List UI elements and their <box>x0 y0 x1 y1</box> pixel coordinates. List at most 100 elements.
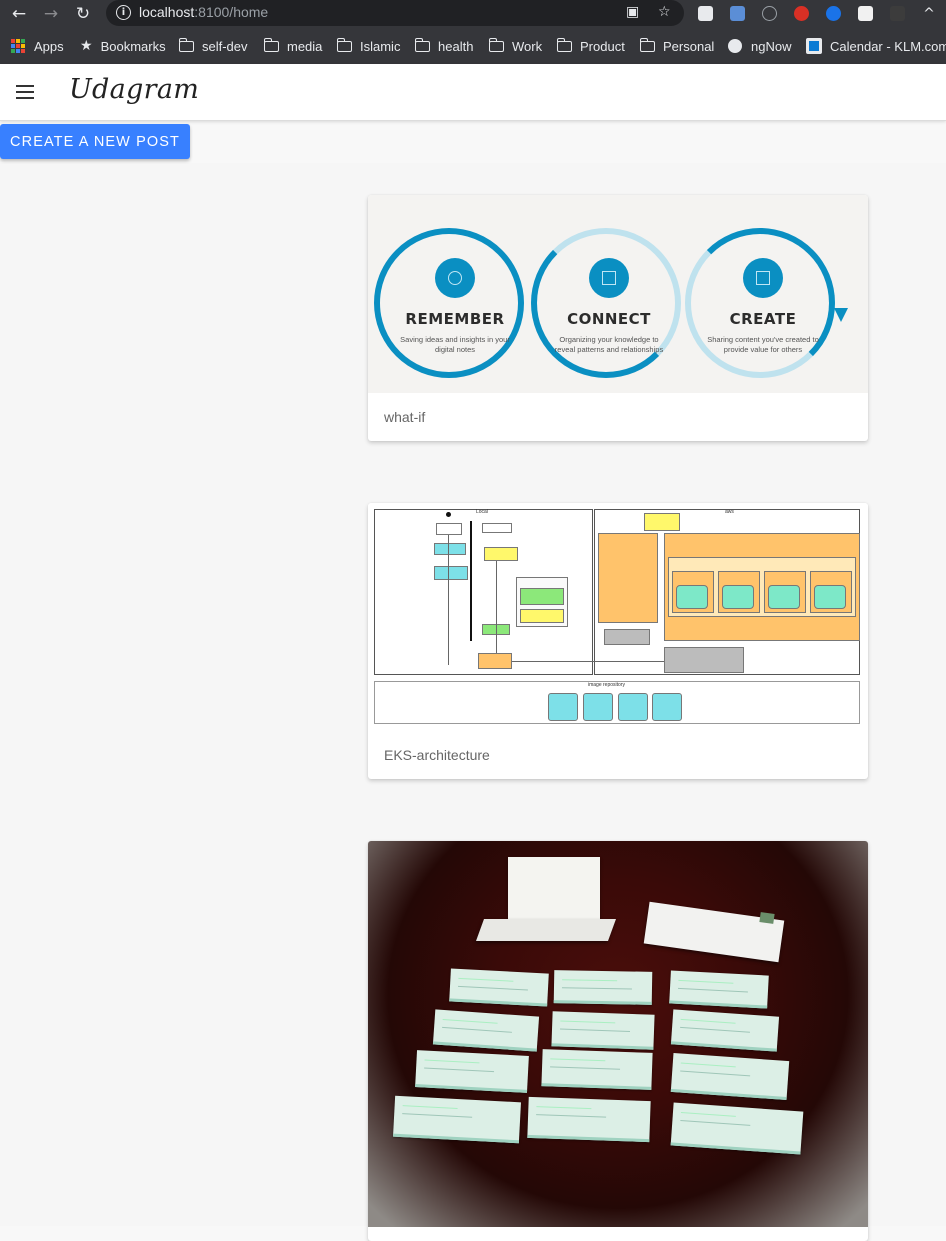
bookmark-label: Calendar - KLM.com <box>830 38 946 54</box>
feed-item-image: Local aws image repository <box>368 503 868 733</box>
bookmark-star-icon[interactable]: ☆ <box>658 4 671 20</box>
feed-item[interactable] <box>368 841 868 1241</box>
app-header: Udagram <box>0 64 946 121</box>
diagram-pod <box>722 585 754 609</box>
bookmark-label: Product <box>580 38 625 54</box>
cheque <box>527 1096 651 1143</box>
site-info-icon[interactable]: i <box>116 5 131 20</box>
lightbulb-icon <box>435 258 475 298</box>
diagram-box <box>644 513 680 531</box>
diagram-line <box>512 661 664 662</box>
globe-icon <box>728 39 742 53</box>
cheque <box>449 968 549 1007</box>
diagram-line <box>496 561 497 653</box>
bookmark-label: Apps <box>34 38 64 54</box>
bookmark-label: self-dev <box>202 38 248 54</box>
diagram-start-node <box>446 512 451 517</box>
bookmark-islamic[interactable]: Islamic <box>336 37 401 55</box>
diagram-box <box>484 547 518 561</box>
extension-icon-5[interactable] <box>826 6 841 21</box>
create-post-button[interactable]: CREATE A NEW POST <box>0 124 190 159</box>
hourglass-icon <box>589 258 629 298</box>
diagram-label: Local <box>476 509 488 515</box>
url-host: localhost <box>139 4 195 20</box>
bookmark-label: Islamic <box>360 38 401 54</box>
bookmarks-bar: Apps ★ Bookmarks self-dev media Islamic … <box>0 28 946 65</box>
step-subtitle: Organizing your knowledge to reveal patt… <box>554 335 664 354</box>
forward-arrow-icon[interactable]: → <box>40 3 62 25</box>
diagram-pod <box>676 585 708 609</box>
bookmark-self-dev[interactable]: self-dev <box>178 37 248 55</box>
diagram-pod <box>768 585 800 609</box>
folder-icon <box>488 37 504 52</box>
bookmark-bookmarks[interactable]: ★ Bookmarks <box>80 37 166 55</box>
back-arrow-icon[interactable]: ← <box>8 3 30 25</box>
map-icon <box>743 258 783 298</box>
folder-icon <box>263 37 279 52</box>
bookmark-work[interactable]: Work <box>488 37 543 55</box>
cheque <box>670 1009 780 1052</box>
bookmark-product[interactable]: Product <box>556 37 625 55</box>
stamp <box>759 912 775 924</box>
bookmark-ngnow[interactable]: ngNow <box>728 37 791 55</box>
step-title: CREATE <box>729 310 797 328</box>
diagram-box <box>520 609 564 623</box>
folder-icon <box>556 37 572 52</box>
bookmark-health[interactable]: health <box>414 37 473 55</box>
bookmark-apps[interactable]: Apps <box>11 37 64 55</box>
bookmark-label: media <box>287 38 323 54</box>
diagram-line <box>448 535 449 665</box>
diagram-box <box>436 523 462 535</box>
chevron-up-icon[interactable]: ^ <box>918 3 940 25</box>
cheque <box>393 1095 521 1144</box>
extension-icon-3[interactable] <box>762 6 777 21</box>
extension-icon-6[interactable] <box>858 6 873 21</box>
step-subtitle: Saving ideas and insights in your digita… <box>400 335 510 354</box>
diagram-label: image repository <box>588 682 625 688</box>
bookmark-label: Work <box>512 38 543 54</box>
diagram-box <box>604 629 650 645</box>
bookmark-media[interactable]: media <box>263 37 323 55</box>
url-path: :8100/home <box>194 4 269 20</box>
envelope <box>643 901 785 963</box>
ring-create-arc <box>685 228 835 378</box>
cheque <box>670 1053 790 1100</box>
feed-item[interactable]: REMEMBER CONNECT CREATE Saving ideas and… <box>368 195 868 441</box>
step-subtitle: Sharing content you've created to provid… <box>707 335 819 354</box>
extension-icon-7[interactable] <box>890 6 905 21</box>
cast-icon[interactable]: ▣ <box>626 4 639 20</box>
extension-icon-2[interactable] <box>730 6 745 21</box>
bookmark-calendar-klm[interactable]: Calendar - KLM.com <box>806 37 946 55</box>
feed-item[interactable]: Local aws image repository EKS-architect… <box>368 503 868 779</box>
diagram-repo-image <box>618 693 648 721</box>
feed-item-caption: EKS-architecture <box>384 747 490 763</box>
star-icon: ★ <box>80 38 93 54</box>
apps-grid-icon <box>11 39 25 53</box>
letter-fold <box>475 919 617 941</box>
diagram-pod <box>814 585 846 609</box>
ring-connect-arc <box>531 228 681 378</box>
cheque <box>670 1102 804 1155</box>
address-bar[interactable]: i localhost:8100/home ▣ ☆ <box>106 0 684 26</box>
diagram-box <box>598 533 658 623</box>
reload-icon[interactable]: ↻ <box>72 3 94 25</box>
folder-icon <box>414 37 430 52</box>
cheque <box>415 1050 529 1093</box>
diagram-repo-image <box>583 693 613 721</box>
bookmark-personal[interactable]: Personal <box>639 37 714 55</box>
ring-remember <box>374 228 524 378</box>
feed-item-image <box>368 841 868 1227</box>
letter <box>508 857 600 923</box>
klm-icon <box>806 38 822 54</box>
extension-icon-1[interactable] <box>698 6 713 21</box>
cheque <box>432 1009 540 1052</box>
diagram-repo-image <box>548 693 578 721</box>
menu-icon[interactable] <box>16 85 34 99</box>
diagram-box <box>520 588 564 605</box>
folder-icon <box>178 37 194 52</box>
extension-icon-4[interactable] <box>794 6 809 21</box>
diagram-label: aws <box>725 509 734 515</box>
app-title: Udagram <box>69 74 200 105</box>
cheque <box>553 970 653 1005</box>
diagram-box <box>664 647 744 673</box>
